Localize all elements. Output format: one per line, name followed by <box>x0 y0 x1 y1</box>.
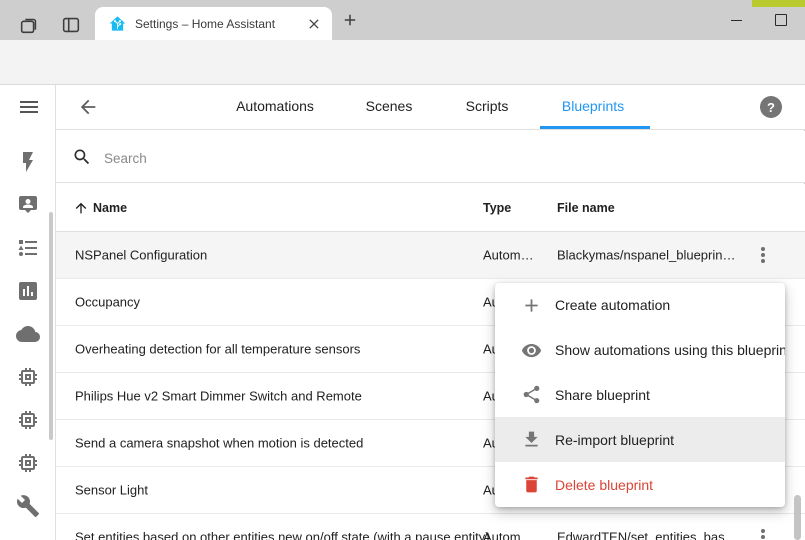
row-name: Overheating detection for all temperatur… <box>75 342 360 357</box>
column-header-file[interactable]: File name <box>557 201 615 215</box>
sidebar-item-chip-icon[interactable] <box>16 365 40 389</box>
eye-icon <box>521 340 542 361</box>
sidebar-item-cloud-icon[interactable] <box>16 322 40 346</box>
row-name: Occupancy <box>75 295 140 310</box>
row-name: Philips Hue v2 Smart Dimmer Switch and R… <box>75 389 362 404</box>
browser-window: Settings – Home Assistant Not secure hom… <box>0 0 805 540</box>
download-icon <box>521 429 542 450</box>
menu-item-show-automations[interactable]: Show automations using this blueprint <box>495 328 785 373</box>
active-tab-underline <box>540 126 650 129</box>
plus-icon <box>521 295 542 316</box>
search-icon <box>72 147 92 167</box>
help-button[interactable]: ? <box>760 96 782 118</box>
menu-item-label: Show automations using this blueprint <box>555 342 785 358</box>
home-assistant-favicon-icon <box>109 15 126 32</box>
ha-sidebar <box>0 85 56 540</box>
sidebar-item-chart-box-icon[interactable] <box>16 279 40 303</box>
back-arrow-icon[interactable] <box>77 96 99 118</box>
menu-item-reimport-blueprint[interactable]: Re-import blueprint <box>495 417 785 462</box>
sidebar-item-list-icon[interactable] <box>16 236 40 260</box>
row-type: Autom… <box>483 248 534 263</box>
browser-tab[interactable]: Settings – Home Assistant <box>95 7 332 40</box>
share-icon <box>521 384 542 405</box>
browser-titlebar: Settings – Home Assistant <box>0 0 805 40</box>
tab-scenes[interactable]: Scenes <box>366 98 413 114</box>
row-overflow-menu-icon[interactable] <box>751 243 775 267</box>
workspaces-icon[interactable] <box>60 14 82 36</box>
tab-blueprints[interactable]: Blueprints <box>562 98 624 114</box>
row-type: Autom… <box>483 530 534 540</box>
menu-item-label: Re-import blueprint <box>555 432 674 448</box>
ha-header: Automations Scenes Scripts Blueprints ? <box>56 85 805 130</box>
page-scrollbar[interactable] <box>794 495 801 540</box>
menu-hamburger-icon[interactable] <box>17 95 41 119</box>
search-input[interactable] <box>102 145 746 171</box>
menu-item-delete-blueprint[interactable]: Delete blueprint <box>495 462 785 507</box>
new-tab-icon[interactable] <box>341 11 359 29</box>
row-file: Blackymas/nspanel_blueprin… <box>557 248 735 263</box>
search-bar <box>56 131 805 183</box>
tab-scripts[interactable]: Scripts <box>466 98 509 114</box>
sidebar-item-account-badge-icon[interactable] <box>16 193 40 217</box>
tab-title: Settings – Home Assistant <box>135 17 300 31</box>
column-header-type[interactable]: Type <box>483 201 511 215</box>
menu-item-label: Share blueprint <box>555 387 650 403</box>
row-overflow-menu-icon[interactable] <box>751 525 775 540</box>
desktop-accent-strip <box>752 0 805 7</box>
sidebar-scrollbar[interactable] <box>49 212 53 440</box>
menu-item-label: Create automation <box>555 297 670 313</box>
table-header: Name Type File name <box>56 184 805 232</box>
row-name: Sensor Light <box>75 483 148 498</box>
close-tab-icon[interactable] <box>306 16 322 32</box>
row-name: NSPanel Configuration <box>75 248 207 263</box>
sidebar-item-chip-icon[interactable] <box>16 451 40 475</box>
table-row[interactable]: NSPanel Configuration Autom… Blackymas/n… <box>56 232 805 279</box>
maximize-button[interactable] <box>770 10 792 30</box>
row-name: Set entities based on other entities new… <box>75 530 490 540</box>
menu-item-create-automation[interactable]: Create automation <box>495 283 785 328</box>
column-header-name[interactable]: Name <box>93 201 127 215</box>
row-file: EdwardTEN/set_entities_bas… <box>557 530 738 540</box>
browser-toolbar: Not secure homeassistant.local:8123/... … <box>0 40 805 85</box>
blueprint-context-menu: Create automation Show automations using… <box>495 283 785 507</box>
minimize-button[interactable] <box>725 10 747 30</box>
sidebar-item-wrench-icon[interactable] <box>16 494 40 518</box>
tab-actions-icon[interactable] <box>18 14 40 36</box>
trash-icon <box>521 474 542 495</box>
row-name: Send a camera snapshot when motion is de… <box>75 436 363 451</box>
sort-arrow-up-icon[interactable] <box>73 200 89 216</box>
menu-item-share-blueprint[interactable]: Share blueprint <box>495 373 785 418</box>
tab-automations[interactable]: Automations <box>236 98 314 114</box>
sidebar-item-flash-icon[interactable] <box>16 150 40 174</box>
sidebar-item-chip-icon[interactable] <box>16 408 40 432</box>
table-row[interactable]: Set entities based on other entities new… <box>56 514 805 540</box>
menu-item-label: Delete blueprint <box>555 477 653 493</box>
